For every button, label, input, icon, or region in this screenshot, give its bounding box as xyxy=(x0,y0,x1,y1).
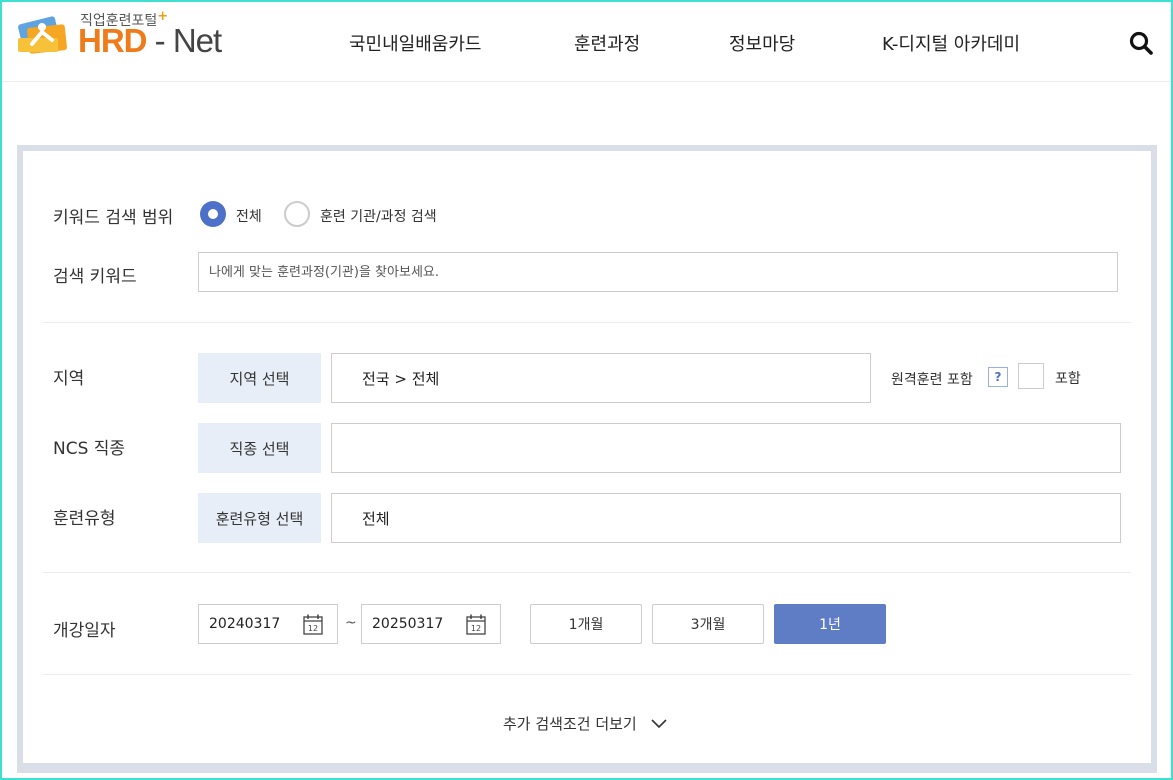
calendar-icon[interactable]: 12 xyxy=(303,614,323,635)
remote-include-label[interactable]: 포함 xyxy=(1055,368,1081,388)
region-value-field[interactable]: 전국 > 전체 xyxy=(331,353,871,403)
scope-label: 키워드 검색 범위 xyxy=(53,208,174,228)
ncs-value-field[interactable] xyxy=(331,423,1121,473)
scope-radio-institution-label[interactable]: 훈련 기관/과정 검색 xyxy=(320,206,437,226)
ncs-label: NCS 직종 xyxy=(53,439,126,459)
chevron-down-icon xyxy=(651,718,667,728)
nav-item-training-courses[interactable]: 훈련과정 xyxy=(574,30,640,56)
period-1-year-button[interactable]: 1년 xyxy=(774,604,886,644)
logo-brand: HRD - Net xyxy=(78,22,222,59)
period-3-month-button[interactable]: 3개월 xyxy=(652,604,764,644)
ncs-select-button[interactable]: 직종 선택 xyxy=(198,423,321,473)
nav-item-info[interactable]: 정보마당 xyxy=(729,30,795,56)
scope-radio-all-label[interactable]: 전체 xyxy=(236,206,262,226)
svg-text:12: 12 xyxy=(471,624,481,633)
keyword-input[interactable] xyxy=(198,252,1118,292)
end-date-field[interactable]: 20250317 12 xyxy=(361,604,501,644)
end-date-value: 20250317 xyxy=(372,616,444,632)
scope-radio-all[interactable] xyxy=(200,201,226,227)
more-filters-label: 추가 검색조건 더보기 xyxy=(503,715,637,733)
nav-item-learning-card[interactable]: 국민내일배움카드 xyxy=(349,30,481,56)
region-label: 지역 xyxy=(53,369,85,389)
more-filters-toggle[interactable]: 추가 검색조건 더보기 xyxy=(503,713,667,734)
search-panel-body: 키워드 검색 범위 전체 훈련 기관/과정 검색 검색 키워드 지역 지역 선택… xyxy=(23,151,1151,763)
training-type-value-field[interactable]: 전체 xyxy=(331,493,1121,543)
svg-text:12: 12 xyxy=(308,624,318,633)
site-header: 직업훈련포털+ HRD - Net 국민내일배움카드 훈련과정 정보마당 K-디… xyxy=(0,0,1173,82)
divider xyxy=(43,674,1131,675)
help-icon[interactable]: ? xyxy=(988,367,1008,387)
divider xyxy=(43,322,1131,323)
start-date-label: 개강일자 xyxy=(53,621,116,641)
logo-card-icon xyxy=(18,16,67,54)
scope-radio-institution[interactable] xyxy=(284,201,310,227)
training-type-label: 훈련유형 xyxy=(53,509,116,529)
search-icon[interactable] xyxy=(1128,30,1154,56)
divider xyxy=(43,572,1131,573)
start-date-field[interactable]: 20240317 12 xyxy=(198,604,338,644)
region-select-button[interactable]: 지역 선택 xyxy=(198,353,321,403)
training-type-value: 전체 xyxy=(362,509,390,528)
start-date-value: 20240317 xyxy=(209,616,281,632)
remote-training-label: 원격훈련 포함 xyxy=(891,372,973,388)
search-panel: 키워드 검색 범위 전체 훈련 기관/과정 검색 검색 키워드 지역 지역 선택… xyxy=(17,145,1157,773)
region-value: 전국 > 전체 xyxy=(362,369,440,388)
remote-include-checkbox[interactable] xyxy=(1018,363,1044,389)
period-1-month-button[interactable]: 1개월 xyxy=(530,604,642,644)
nav-item-k-digital[interactable]: K-디지털 아카데미 xyxy=(882,30,1020,56)
training-type-select-button[interactable]: 훈련유형 선택 xyxy=(198,493,321,543)
keyword-label: 검색 키워드 xyxy=(53,267,137,287)
hrd-net-logo[interactable]: 직업훈련포털+ HRD - Net xyxy=(16,9,222,60)
date-range-separator: ~ xyxy=(345,615,357,631)
calendar-icon[interactable]: 12 xyxy=(466,614,486,635)
